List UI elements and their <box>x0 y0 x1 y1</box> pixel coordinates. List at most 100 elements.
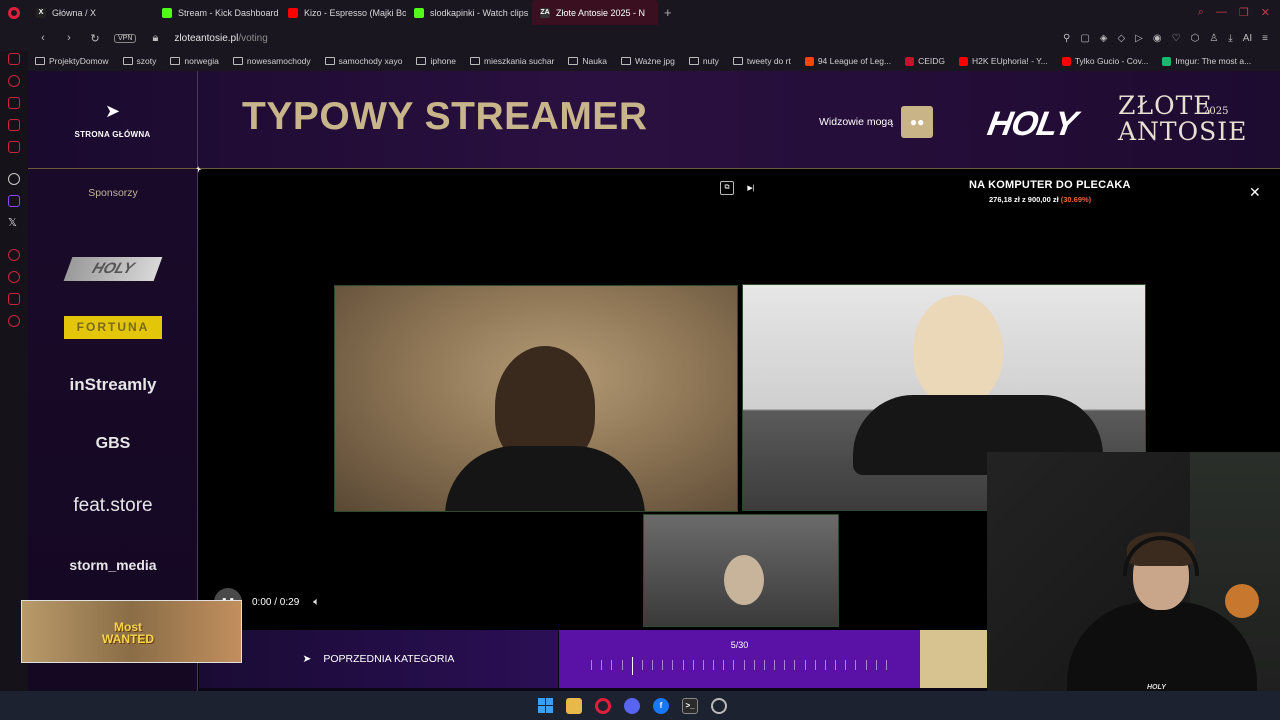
prev-category-button[interactable]: ➤ POPRZEDNIA KATEGORIA <box>199 630 558 688</box>
progress-tick[interactable] <box>702 660 704 670</box>
camera-icon[interactable]: ◉ <box>1153 33 1162 44</box>
progress-tick[interactable] <box>713 660 715 670</box>
opera-menu-icon[interactable] <box>0 0 28 25</box>
progress-tick[interactable] <box>855 660 857 670</box>
progress-tick[interactable] <box>885 660 887 670</box>
bookmark-item[interactable]: nuty <box>682 56 726 66</box>
settings-icon[interactable] <box>8 315 20 327</box>
progress-tick[interactable] <box>763 660 765 670</box>
progress-tick[interactable] <box>733 660 735 670</box>
sponsor-holy[interactable]: HOLY <box>63 257 163 281</box>
progress-tick[interactable] <box>662 660 664 670</box>
progress-tick[interactable] <box>835 660 837 670</box>
clock-icon[interactable] <box>8 271 20 283</box>
progress-tick[interactable] <box>845 660 847 670</box>
nominee-video-3[interactable] <box>643 514 839 627</box>
player-icon[interactable]: ▷ <box>1135 33 1143 44</box>
aria-icon[interactable] <box>8 53 20 65</box>
progress-tick[interactable] <box>621 660 623 670</box>
progress-tick[interactable] <box>774 660 776 670</box>
game-ad-overlay[interactable]: Most WANTED <box>21 600 242 663</box>
messenger-icon[interactable] <box>8 119 20 131</box>
bookmark-item[interactable]: mieszkania suchar <box>463 56 561 66</box>
progress-tick[interactable] <box>652 660 654 670</box>
shield-icon[interactable]: ◈ <box>1100 33 1108 44</box>
progress-tick[interactable] <box>743 660 745 670</box>
close-icon[interactable]: ✕ <box>1249 184 1261 201</box>
cube-icon[interactable]: ◇ <box>1117 33 1125 44</box>
progress-tick[interactable] <box>865 660 867 670</box>
progress-tick[interactable] <box>682 660 684 670</box>
bookmark-item[interactable]: H2K EUphoria! - Y... <box>952 56 1055 66</box>
twitch-icon[interactable] <box>8 195 20 207</box>
player-icon[interactable] <box>8 249 20 261</box>
browser-tab[interactable]: Kizo - Espresso (Majki Bo <box>280 0 406 25</box>
progress-tick[interactable] <box>591 660 592 670</box>
browser-tab[interactable]: X Główna / X <box>28 0 154 25</box>
home-link[interactable]: ➤ STRONA GŁÓWNA <box>28 71 198 169</box>
extensions-icon[interactable] <box>8 293 20 305</box>
popout-icon[interactable]: ⧉ <box>720 181 734 195</box>
progress-tick[interactable] <box>672 660 674 670</box>
bookmark-item[interactable]: tweety do rt <box>726 56 798 66</box>
sponsor-gbs[interactable]: GBS <box>28 435 198 453</box>
browser-tab[interactable]: Stream - Kick Dashboard <box>154 0 280 25</box>
minimize-button[interactable]: — <box>1216 6 1227 19</box>
nominee-video-1[interactable] <box>334 285 738 512</box>
progress-tick[interactable] <box>753 660 755 670</box>
close-window-button[interactable]: ✕ <box>1261 6 1270 19</box>
url-field[interactable]: zloteantosie.pl/voting <box>174 33 267 44</box>
skip-icon[interactable]: ▶| <box>744 181 758 195</box>
progress-tick[interactable] <box>794 660 796 670</box>
discord-icon[interactable] <box>624 697 640 714</box>
progress-tick[interactable] <box>814 660 816 670</box>
progress-tick[interactable] <box>804 660 806 670</box>
extensions-icon[interactable]: ⬡ <box>1191 33 1200 44</box>
sponsor-instreamly[interactable]: inStreamly <box>28 375 198 395</box>
volume-icon[interactable]: 🔈︎ <box>313 596 320 609</box>
sponsor-fortuna[interactable]: FORTUNA <box>64 316 162 339</box>
bookmark-item[interactable]: Ważne jpg <box>614 56 682 66</box>
progress-tick-current[interactable] <box>631 657 633 675</box>
bookmark-item[interactable]: nowesamochody <box>226 56 318 66</box>
bookmark-item[interactable]: 94 League of Leg... <box>798 56 898 66</box>
x-icon[interactable]: 𝕏 <box>8 217 20 229</box>
opera-taskbar-icon[interactable] <box>595 697 611 714</box>
reload-icon[interactable]: ↻ <box>88 32 102 45</box>
heart-icon[interactable]: ♡ <box>1172 33 1181 44</box>
file-explorer-icon[interactable] <box>566 697 582 714</box>
download-icon[interactable]: ⤓ <box>1228 33 1232 44</box>
windows-start-icon[interactable] <box>537 697 553 714</box>
bookmark-item[interactable]: ProjektyDomow <box>28 56 116 66</box>
search-tabs-icon[interactable]: ⌕ <box>1198 6 1204 19</box>
progress-tick[interactable] <box>824 660 826 670</box>
app-icon[interactable] <box>711 697 727 714</box>
progress-tick[interactable] <box>875 660 877 670</box>
bookmark-item[interactable]: CEIDG <box>898 56 952 66</box>
mail-icon[interactable] <box>8 141 20 153</box>
profile-icon[interactable]: ♙ <box>1209 33 1218 44</box>
bookmark-item[interactable]: samochody xayo <box>318 56 410 66</box>
bookmark-item[interactable]: Nauka <box>561 56 614 66</box>
vpn-badge[interactable]: VPN <box>114 33 137 43</box>
snapshot-icon[interactable]: ▢ <box>1080 33 1089 44</box>
users-icon[interactable]: ●● <box>901 106 934 138</box>
bookmark-icon[interactable]: ⚲ <box>1063 33 1070 44</box>
bookmark-item[interactable]: norwegia <box>163 56 226 66</box>
bookmark-item[interactable]: Imgur: The most a... <box>1155 56 1258 66</box>
menu-icon[interactable]: ≡ <box>1262 33 1268 44</box>
browser-tab[interactable]: ZA Złote Antosie 2025 - N <box>532 0 658 25</box>
progress-tick[interactable] <box>784 660 786 670</box>
forward-icon[interactable]: › <box>62 32 76 44</box>
bookmark-item[interactable]: iphone <box>409 56 463 66</box>
terminal-icon[interactable]: >_ <box>682 697 698 714</box>
bookmark-item[interactable]: szoty <box>116 56 164 66</box>
ai-button[interactable]: AI <box>1243 33 1252 44</box>
lock-icon[interactable]: 🔒︎ <box>148 32 162 45</box>
chatgpt-icon[interactable] <box>8 173 20 185</box>
history-icon[interactable] <box>8 75 20 87</box>
bookmark-item[interactable]: Tylko Gucio - Cov... <box>1055 56 1156 66</box>
back-icon[interactable]: ‹ <box>36 32 50 44</box>
sponsor-stormmedia[interactable]: storm_media <box>28 557 198 573</box>
browser-tab[interactable]: slodkapinki - Watch clips <box>406 0 532 25</box>
